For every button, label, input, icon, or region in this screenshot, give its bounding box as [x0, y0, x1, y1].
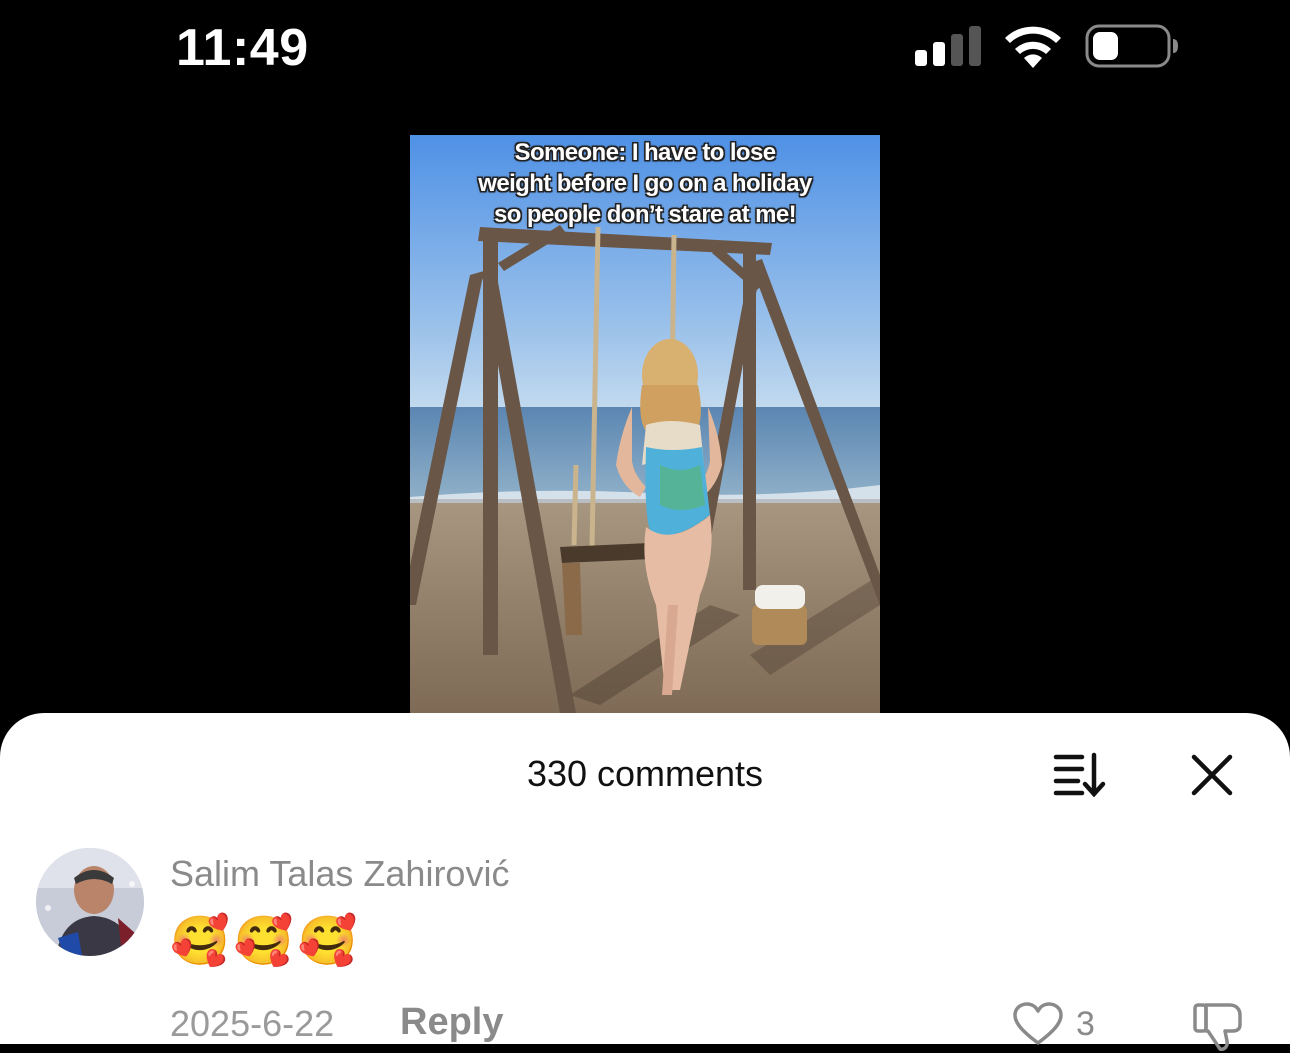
comment-date: 2025-6-22 — [170, 1003, 335, 1044]
sort-icon[interactable] — [1052, 751, 1108, 797]
close-icon[interactable] — [1190, 753, 1234, 797]
comments-sheet: 330 comments Salim Talas Zahirović 🥰🥰🥰 2… — [0, 713, 1290, 1051]
video-caption: Someone: I have to lose weight before I … — [478, 139, 812, 228]
wifi-icon — [1005, 26, 1061, 68]
comment-author[interactable]: Salim Talas Zahirović — [170, 853, 509, 895]
reply-button[interactable]: Reply — [400, 1001, 503, 1044]
avatar[interactable] — [36, 848, 144, 956]
heart-icon[interactable] — [1012, 1001, 1064, 1047]
comment-text: 🥰🥰🥰 — [170, 913, 362, 969]
cellular-signal-icon — [915, 26, 981, 66]
video-player[interactable]: Someone: I have to lose weight before I … — [410, 135, 880, 713]
like-count: 3 — [1076, 1005, 1095, 1043]
battery-icon — [1085, 24, 1178, 68]
status-time: 11:49 — [176, 19, 309, 77]
thumbs-down-icon[interactable] — [1192, 1001, 1244, 1053]
